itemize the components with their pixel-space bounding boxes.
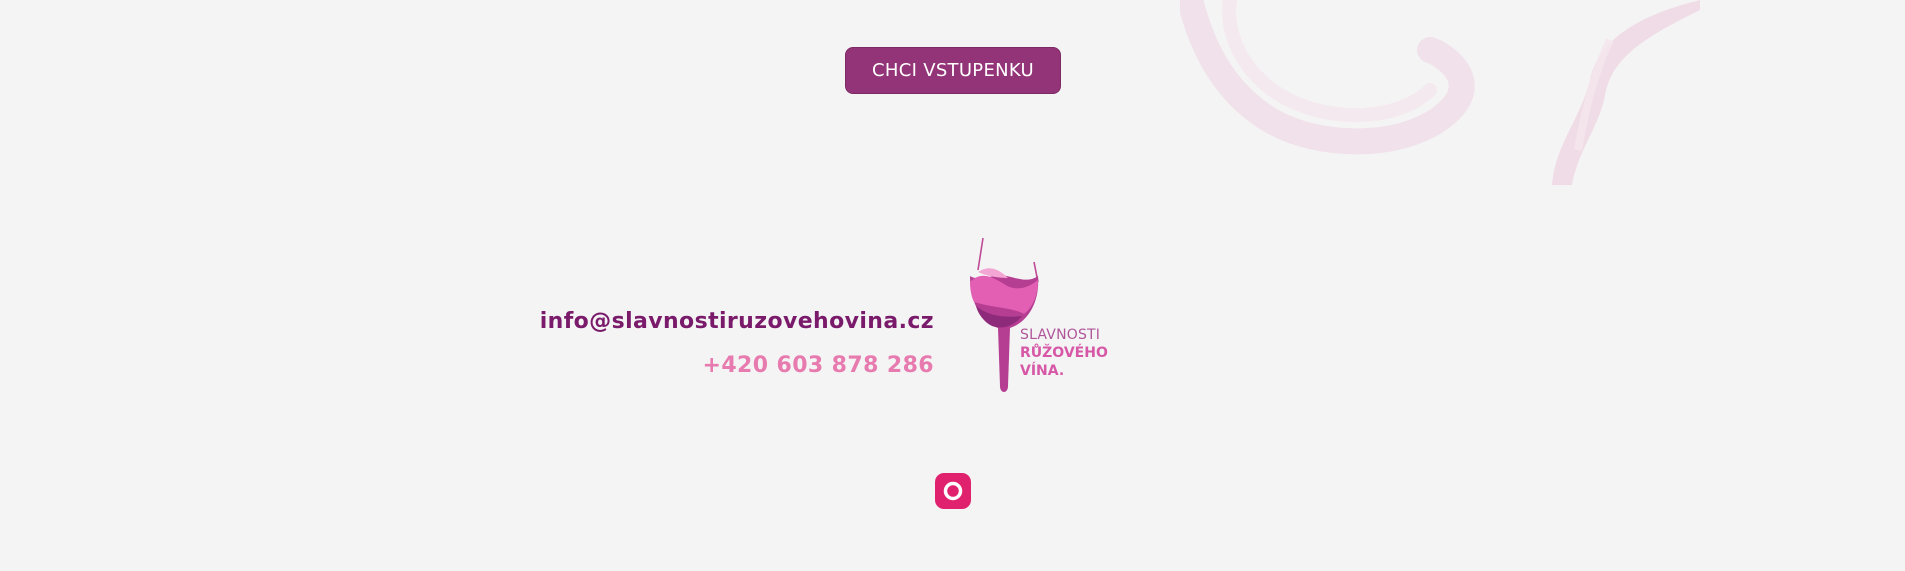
phone-link[interactable]: +420 603 878 286 [540, 350, 934, 382]
email-link[interactable]: info@slavnostiruzovehovina.cz [540, 306, 934, 338]
footer-section: CHCI VSTUPENKU info@slavnostiruzovehovin… [0, 0, 1905, 571]
buy-ticket-label: CHCI VSTUPENKU [872, 60, 1034, 81]
logo-line-3: VÍNA. [1020, 363, 1065, 379]
buy-ticket-button[interactable]: CHCI VSTUPENKU [845, 47, 1061, 94]
instagram-button[interactable] [935, 473, 971, 509]
wine-stain-decoration [1180, 0, 1700, 185]
logo-text: SLAVNOSTI RŮŽOVÉHO VÍNA. [1020, 326, 1108, 380]
logo-line-2: RŮŽOVÉHO [1020, 345, 1108, 361]
instagram-icon [943, 481, 963, 501]
logo[interactable]: SLAVNOSTI RŮŽOVÉHO VÍNA. [964, 236, 1114, 396]
contact-block: info@slavnostiruzovehovina.cz +420 603 8… [540, 306, 934, 382]
logo-line-1: SLAVNOSTI [1020, 327, 1101, 343]
